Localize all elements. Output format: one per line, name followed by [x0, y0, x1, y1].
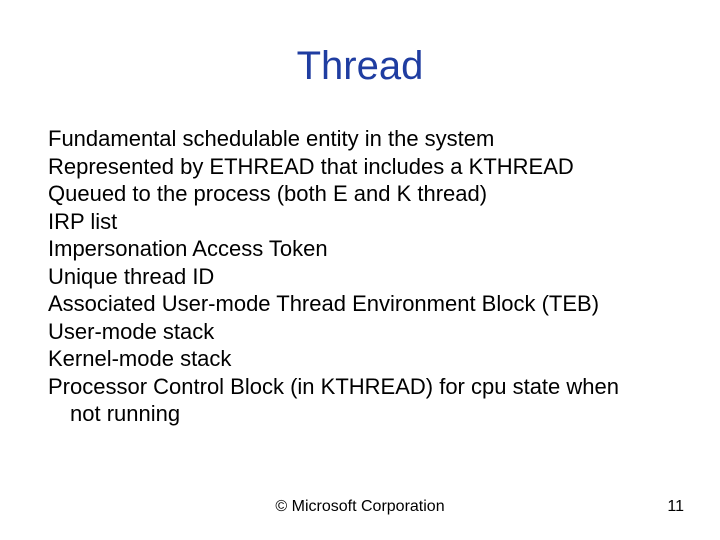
list-item: User-mode stack	[48, 318, 672, 346]
list-item: Associated User-mode Thread Environment …	[48, 290, 672, 318]
list-item: Unique thread ID	[48, 263, 672, 291]
footer: © Microsoft Corporation	[0, 498, 720, 516]
list-item: IRP list	[48, 208, 672, 236]
list-item: Kernel-mode stack	[48, 345, 672, 373]
list-item: Impersonation Access Token	[48, 235, 672, 263]
list-item: Queued to the process (both E and K thre…	[48, 180, 672, 208]
slide-title: Thread	[48, 44, 672, 89]
list-item: Represented by ETHREAD that includes a K…	[48, 153, 672, 181]
slide-body: Fundamental schedulable entity in the sy…	[48, 125, 672, 428]
page-number: 11	[667, 498, 684, 516]
list-item: Processor Control Block (in KTHREAD) for…	[48, 373, 672, 401]
slide: Thread Fundamental schedulable entity in…	[0, 0, 720, 540]
footer-text: © Microsoft Corporation	[275, 498, 444, 516]
list-item: not running	[48, 400, 672, 428]
list-item: Fundamental schedulable entity in the sy…	[48, 125, 672, 153]
